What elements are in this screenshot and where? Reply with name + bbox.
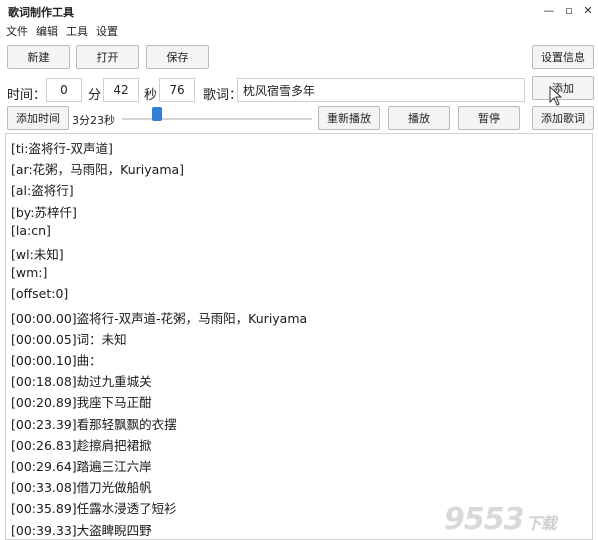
lyric-line: [00:39.33]大盗睥睨四野 (11, 522, 152, 538)
title-bar: 歌词制作工具 — ▫ ✕ (0, 0, 598, 22)
hundredths-input[interactable]: 76 (159, 78, 195, 102)
lyric-line: [wl:未知] (11, 247, 64, 262)
lyric-line: [00:35.89]任露水浸透了短衫 (11, 501, 177, 517)
add-lyric-button[interactable]: 添加歌词 (532, 106, 594, 130)
progress-slider[interactable] (122, 118, 312, 120)
add-time-button[interactable]: 添加时间 (7, 106, 69, 130)
mouse-cursor-icon (549, 86, 563, 106)
lyrics-textarea[interactable]: [ti:盗将行-双声道] [ar:花粥，马雨阳，Kuriyama] [al:盗将行]… (5, 133, 593, 540)
duration-text: 3分23秒 (72, 114, 115, 127)
lyric-line: [ar:花粥，马雨阳，Kuriyama] (11, 162, 185, 178)
lyric-line: [by:苏梓仟] (11, 204, 77, 220)
slider-handle[interactable] (152, 107, 163, 121)
lyric-line: [00:23.39]看那轻飘飘的衣摆 (11, 416, 177, 432)
lyric-line: [00:18.08]劫过九重城关 (11, 374, 152, 390)
save-button[interactable]: 保存 (146, 45, 209, 69)
lyric-line: [00:00.10]曲： (11, 353, 102, 368)
lyric-line: [la:cn] (11, 222, 51, 238)
minutes-label: 分 (88, 88, 102, 103)
play-button[interactable]: 播放 (388, 106, 450, 130)
lyric-line: [00:29.64]踏遍三江六岸 (11, 459, 152, 474)
lyric-line: [00:00.05]词：未知 (11, 331, 127, 347)
lyric-line: [00:26.83]趁擦肩把裙掀 (11, 437, 152, 453)
lyric-input[interactable]: 枕风宿雪多年 (237, 78, 525, 102)
open-button[interactable]: 打开 (76, 45, 139, 69)
close-icon[interactable]: ✕ (579, 3, 597, 19)
replay-button[interactable]: 重新播放 (318, 106, 380, 130)
minutes-input[interactable]: 0 (46, 78, 82, 102)
menu-file[interactable]: 文件 (6, 23, 28, 39)
watermark-logo: 9553 下载 (444, 502, 557, 537)
menu-edit[interactable]: 编辑 (36, 23, 58, 39)
add-button[interactable]: 添加 (532, 76, 594, 100)
lyric-line: [offset:0] (11, 286, 69, 302)
new-button[interactable]: 新建 (7, 45, 70, 69)
minimize-icon[interactable]: — (540, 3, 558, 19)
time-label: 时间： (7, 88, 47, 103)
menu-settings[interactable]: 设置 (96, 23, 118, 39)
pause-button[interactable]: 暂停 (458, 106, 520, 130)
lyric-line: [00:20.89]我座下马正酣 (11, 395, 152, 411)
lyric-line: [00:33.08]借刀光做船帆 (11, 480, 152, 496)
lyric-line: [ti:盗将行-双声道] (11, 141, 113, 156)
window-title: 歌词制作工具 (8, 6, 74, 19)
lyric-line: [al:盗将行] (11, 183, 74, 199)
lyric-line: [wm:] (11, 265, 48, 281)
menu-bar: 文件 编辑 工具 设置 (0, 22, 598, 38)
seconds-label: 秒 (144, 88, 158, 103)
maximize-icon[interactable]: ▫ (560, 3, 578, 19)
settings-info-button[interactable]: 设置信息 (532, 45, 594, 69)
lyric-line: [00:00.00]盗将行-双声道-花粥，马雨阳，Kuriyama (11, 310, 308, 326)
menu-tools[interactable]: 工具 (66, 23, 88, 39)
seconds-input[interactable]: 42 (103, 78, 139, 102)
